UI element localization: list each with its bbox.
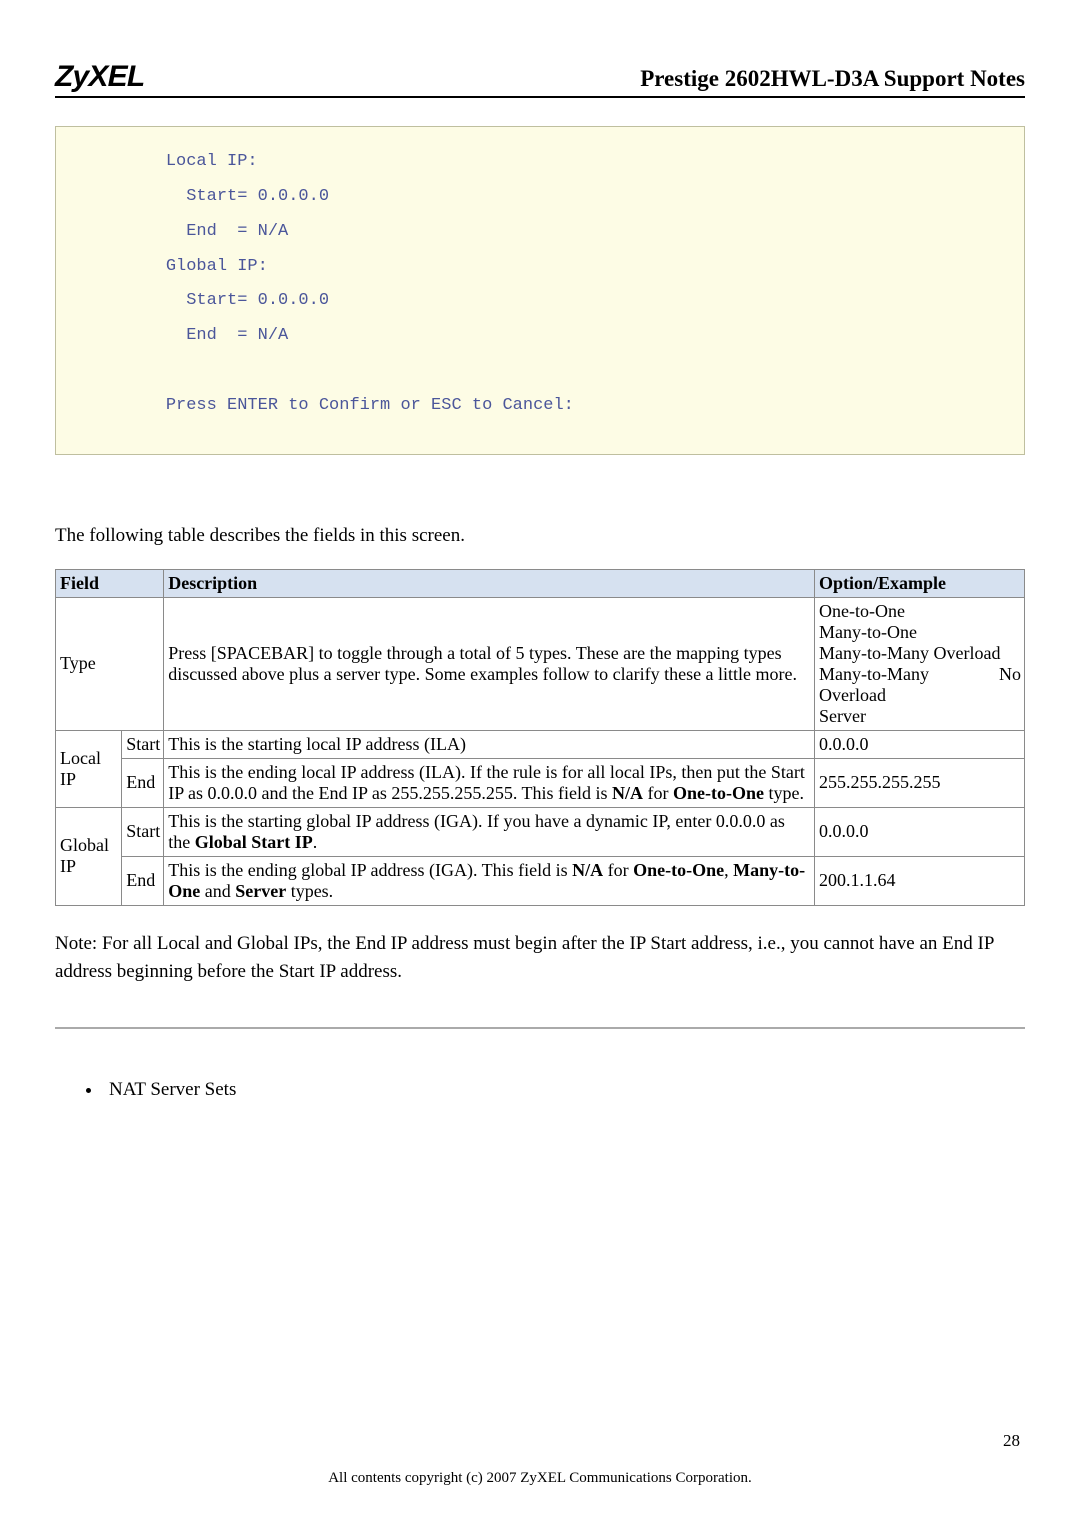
- cell-field-global-ip: Global IP: [56, 807, 122, 905]
- table-row: Local IP Start This is the starting loca…: [56, 730, 1025, 758]
- col-description: Description: [164, 569, 815, 597]
- text: for: [603, 860, 633, 880]
- option-text-left: Many-to-Many: [819, 664, 929, 685]
- page-number: 28: [1003, 1431, 1020, 1451]
- text: ,: [724, 860, 733, 880]
- table-row: Type Press [SPACEBAR] to toggle through …: [56, 597, 1025, 730]
- cell-desc-global-end: This is the ending global IP address (IG…: [164, 856, 815, 905]
- terminal-output: Local IP: Start= 0.0.0.0 End = N/A Globa…: [55, 126, 1025, 455]
- option-line: One-to-One: [819, 601, 1021, 622]
- document-title: Prestige 2602HWL-D3A Support Notes: [640, 66, 1025, 92]
- text: types.: [286, 881, 333, 901]
- option-line: Server: [819, 706, 1021, 727]
- bold-text: One-to-One: [633, 860, 724, 880]
- bold-text: N/A: [612, 783, 643, 803]
- cell-desc-global-start: This is the starting global IP address (…: [164, 807, 815, 856]
- cell-option-global-start: 0.0.0.0: [815, 807, 1025, 856]
- note-paragraph: Note: For all Local and Global IPs, the …: [55, 930, 1025, 987]
- text: .: [313, 832, 318, 852]
- footer-copyright: All contents copyright (c) 2007 ZyXEL Co…: [0, 1470, 1080, 1487]
- option-line: Many-to-One: [819, 622, 1021, 643]
- cell-option-global-end: 200.1.1.64: [815, 856, 1025, 905]
- text: and: [200, 881, 235, 901]
- cell-option-local-end: 255.255.255.255: [815, 758, 1025, 807]
- table-row: End This is the ending local IP address …: [56, 758, 1025, 807]
- cell-field-local-ip: Local IP: [56, 730, 122, 807]
- intro-paragraph: The following table describes the fields…: [55, 525, 1025, 547]
- option-text-right: No: [999, 664, 1021, 685]
- list-item: NAT Server Sets: [103, 1079, 1025, 1101]
- table-row: Global IP Start This is the starting glo…: [56, 807, 1025, 856]
- bold-text: Server: [235, 881, 286, 901]
- cell-desc-type: Press [SPACEBAR] to toggle through a tot…: [164, 597, 815, 730]
- option-line: Many-to-Many No: [819, 664, 1021, 685]
- field-description-table: Field Description Option/Example Type Pr…: [55, 569, 1025, 906]
- cell-sub-start: Start: [122, 807, 164, 856]
- table-row: End This is the ending global IP address…: [56, 856, 1025, 905]
- table-header-row: Field Description Option/Example: [56, 569, 1025, 597]
- cell-sub-end: End: [122, 758, 164, 807]
- text: type.: [764, 783, 804, 803]
- col-option: Option/Example: [815, 569, 1025, 597]
- option-line: Overload: [819, 685, 1021, 706]
- col-field: Field: [56, 569, 164, 597]
- cell-option-type: One-to-One Many-to-One Many-to-Many Over…: [815, 597, 1025, 730]
- option-line: Many-to-Many Overload: [819, 643, 1021, 664]
- bold-text: One-to-One: [673, 783, 764, 803]
- cell-desc-local-start: This is the starting local IP address (I…: [164, 730, 815, 758]
- bold-text: Global Start IP: [195, 832, 313, 852]
- cell-desc-local-end: This is the ending local IP address (ILA…: [164, 758, 815, 807]
- horizontal-divider: [55, 1027, 1025, 1029]
- cell-sub-end: End: [122, 856, 164, 905]
- page-header: ZyXEL Prestige 2602HWL-D3A Support Notes: [55, 60, 1025, 98]
- text: for: [643, 783, 673, 803]
- cell-option-local-start: 0.0.0.0: [815, 730, 1025, 758]
- bullet-list: NAT Server Sets: [103, 1079, 1025, 1101]
- text: This is the ending global IP address (IG…: [168, 860, 572, 880]
- bold-text: N/A: [572, 860, 603, 880]
- cell-field-type: Type: [56, 597, 164, 730]
- brand-logo: ZyXEL: [55, 60, 144, 94]
- cell-sub-start: Start: [122, 730, 164, 758]
